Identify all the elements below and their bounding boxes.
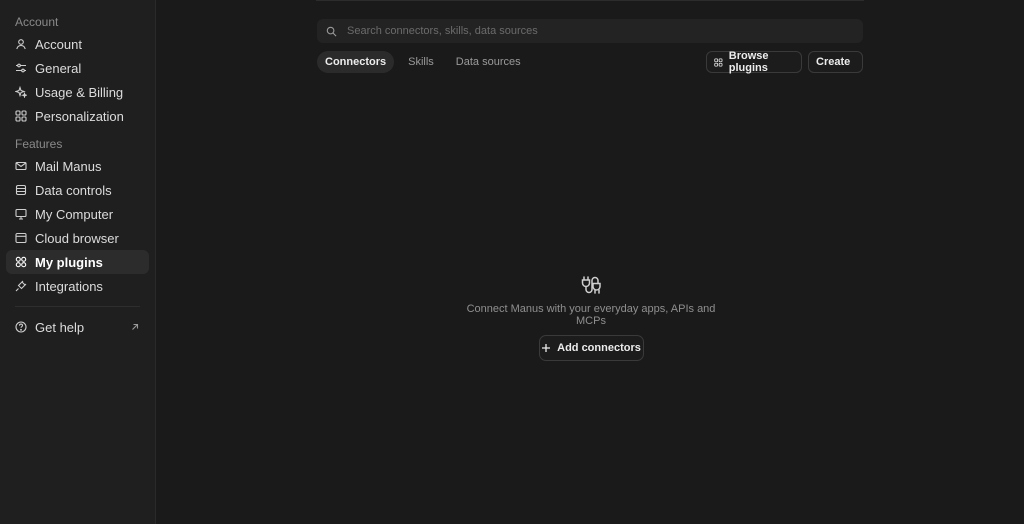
sidebar: Account Account General Usage & Billing … [0, 0, 156, 524]
sidebar-item-integrations[interactable]: Integrations [6, 274, 149, 298]
tab-data-sources[interactable]: Data sources [448, 51, 529, 73]
sidebar-item-label: Integrations [35, 278, 103, 294]
app-window: Account Account General Usage & Billing … [0, 0, 1024, 524]
monitor-icon [15, 208, 27, 220]
add-connectors-label: Add connectors [557, 342, 641, 354]
tab-bar: Connectors Skills Data sources [317, 51, 535, 73]
search-icon [326, 26, 337, 36]
search-input[interactable] [345, 24, 849, 38]
connector-icon [581, 276, 601, 294]
sidebar-item-label: Account [35, 36, 82, 52]
sidebar-item-label: Personalization [35, 108, 124, 124]
tab-connectors[interactable]: Connectors [317, 51, 395, 73]
empty-state-message: Connect Manus with your everyday apps, A… [466, 303, 716, 327]
sidebar-item-label: Data controls [35, 182, 112, 198]
sidebar-item-my-plugins[interactable]: My plugins [6, 250, 149, 274]
sidebar-divider [15, 306, 140, 307]
search-bar[interactable] [317, 19, 863, 43]
sparkle-icon [15, 86, 27, 98]
create-button[interactable]: Create [808, 51, 863, 73]
browser-icon [15, 232, 27, 244]
grid-icon [15, 110, 27, 122]
plus-icon [542, 344, 551, 352]
sidebar-item-get-help[interactable]: Get help [6, 315, 149, 339]
mail-icon [15, 160, 27, 172]
sidebar-item-label: Cloud browser [35, 230, 119, 246]
sidebar-item-cloud-browser[interactable]: Cloud browser [6, 226, 149, 250]
tab-skills[interactable]: Skills [400, 51, 442, 73]
sidebar-item-my-computer[interactable]: My Computer [6, 202, 149, 226]
help-icon [15, 321, 27, 333]
external-link-icon [130, 322, 140, 332]
sidebar-item-label: General [35, 60, 82, 76]
browse-plugins-button[interactable]: Browse plugins [706, 50, 802, 74]
add-connectors-button[interactable]: Add connectors [538, 335, 644, 361]
database-icon [15, 184, 27, 196]
section-label-account: Account [15, 15, 59, 29]
sidebar-item-account[interactable]: Account [6, 32, 149, 56]
top-divider [316, 0, 864, 1]
sidebar-item-mail-manus[interactable]: Mail Manus [6, 154, 149, 178]
sidebar-item-usage-billing[interactable]: Usage & Billing [6, 80, 149, 104]
sidebar-item-data-controls[interactable]: Data controls [6, 178, 149, 202]
sidebar-item-personalization[interactable]: Personalization [6, 104, 149, 128]
sliders-icon [15, 62, 27, 74]
sidebar-item-label: Get help [35, 319, 85, 335]
section-label-features: Features [15, 137, 63, 151]
create-label: Create [816, 56, 851, 68]
sidebar-item-label: My plugins [35, 254, 103, 270]
apps-icon [714, 57, 723, 67]
empty-state: Connect Manus with your everyday apps, A… [456, 273, 726, 361]
user-icon [15, 38, 27, 50]
sidebar-item-label: Usage & Billing [35, 84, 124, 100]
sidebar-item-general[interactable]: General [6, 56, 149, 80]
sidebar-item-label: My Computer [35, 206, 114, 222]
sidebar-item-label: Mail Manus [35, 158, 102, 174]
apps-icon [15, 256, 27, 268]
plug-icon [15, 280, 27, 292]
browse-plugins-label: Browse plugins [728, 50, 769, 74]
main-content: Connectors Skills Data sources Browse pl… [156, 0, 1024, 524]
